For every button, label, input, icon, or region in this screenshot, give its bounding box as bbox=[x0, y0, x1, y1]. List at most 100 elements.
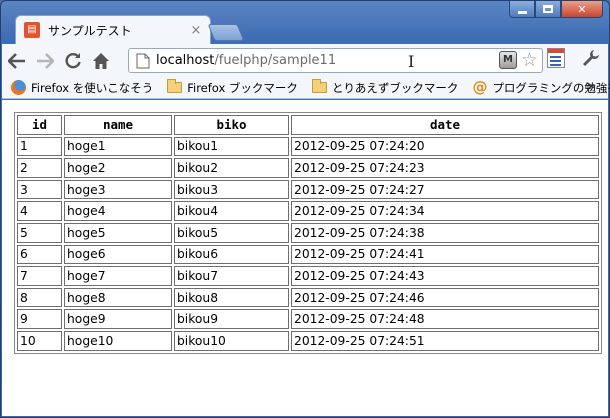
cell-date: 2012-09-25 07:24:38 bbox=[291, 222, 599, 243]
page-content: id name biko date 1 hoge1 bikou1 2012-09-25… bbox=[2, 100, 608, 416]
cell-name: hoge7 bbox=[64, 266, 172, 286]
cell-date: 2012-09-25 07:24:23 bbox=[291, 158, 599, 178]
cell-biko: bikou3 bbox=[174, 179, 289, 200]
cell-biko: bikou8 bbox=[174, 287, 289, 308]
text-cursor-icon: I bbox=[408, 52, 415, 71]
table-row: 1 hoge1 bikou1 2012-09-25 07:24:20 bbox=[17, 136, 599, 157]
cell-id: 5 bbox=[17, 222, 62, 243]
maximize-button[interactable] bbox=[535, 1, 561, 18]
cell-biko: bikou4 bbox=[174, 201, 289, 221]
cell-name: hoge3 bbox=[64, 179, 172, 200]
bookmarks-bar: Firefox を使いこなそう Firefox ブックマーク とりあえずブックマ… bbox=[2, 77, 610, 99]
cell-biko: bikou10 bbox=[174, 330, 289, 351]
bookmark-folder-toriaezu[interactable]: とりあえずブックマーク bbox=[311, 79, 458, 96]
cell-id: 3 bbox=[17, 179, 62, 200]
table-row: 9 hoge9 bikou9 2012-09-25 07:24:48 bbox=[17, 309, 599, 329]
page-menu-icon[interactable] bbox=[547, 48, 565, 68]
url-path: /fuelphp/sample11 bbox=[214, 53, 337, 68]
table-row: 4 hoge4 bikou4 2012-09-25 07:24:34 bbox=[17, 201, 599, 221]
bookmark-firefox-guide[interactable]: Firefox を使いこなそう bbox=[11, 80, 153, 96]
cell-date: 2012-09-25 07:24:20 bbox=[291, 136, 599, 157]
url-text: localhost/fuelphp/sample11 bbox=[156, 53, 336, 68]
column-header-biko: biko bbox=[174, 115, 289, 135]
close-icon: ✕ bbox=[577, 2, 587, 16]
cell-date: 2012-09-25 07:24:46 bbox=[291, 287, 599, 308]
home-button[interactable] bbox=[88, 48, 114, 74]
forward-arrow-icon bbox=[37, 52, 54, 69]
column-header-id: id bbox=[17, 115, 62, 135]
cell-date: 2012-09-25 07:24:43 bbox=[291, 266, 599, 286]
window-caption-buttons: ✕ bbox=[509, 1, 603, 18]
table-header-row: id name biko date bbox=[17, 115, 599, 135]
table-row: 5 hoge5 bikou5 2012-09-25 07:24:38 bbox=[17, 222, 599, 243]
cell-name: hoge1 bbox=[64, 136, 172, 157]
table-row: 6 hoge6 bikou6 2012-09-25 07:24:41 bbox=[17, 244, 599, 265]
cell-date: 2012-09-25 07:24:51 bbox=[291, 330, 599, 351]
cell-name: hoge6 bbox=[64, 244, 172, 265]
omnibox-actions: M ☆ bbox=[498, 51, 538, 70]
browser-window: ✕ ▤ サンプルテスト × localhost/fuelphp/sample11… bbox=[0, 0, 610, 418]
cell-name: hoge10 bbox=[64, 330, 172, 351]
cell-date: 2012-09-25 07:24:27 bbox=[291, 179, 599, 200]
bookmark-label: Firefox ブックマーク bbox=[187, 80, 298, 95]
cell-date: 2012-09-25 07:24:48 bbox=[291, 309, 599, 329]
forward-button[interactable] bbox=[32, 48, 58, 74]
tab-close-icon[interactable]: × bbox=[188, 23, 204, 38]
home-icon bbox=[93, 52, 109, 69]
bookmark-star-icon[interactable]: ☆ bbox=[521, 51, 538, 70]
cell-biko: bikou2 bbox=[174, 158, 289, 178]
minimize-button[interactable] bbox=[509, 1, 535, 18]
firefox-icon bbox=[11, 80, 26, 95]
minimize-icon bbox=[517, 10, 527, 14]
reload-button[interactable] bbox=[60, 48, 86, 74]
address-bar[interactable]: localhost/fuelphp/sample11 M ☆ bbox=[128, 48, 543, 73]
tab-title: サンプルテスト bbox=[48, 23, 132, 38]
at-icon: @ bbox=[472, 78, 488, 96]
wrench-icon[interactable] bbox=[581, 48, 601, 68]
new-tab-button[interactable] bbox=[207, 24, 245, 41]
cell-biko: bikou1 bbox=[174, 136, 289, 157]
extension-icon[interactable]: M bbox=[498, 51, 517, 69]
cell-biko: bikou7 bbox=[174, 266, 289, 286]
column-header-name: name bbox=[64, 115, 172, 135]
cell-date: 2012-09-25 07:24:34 bbox=[291, 201, 599, 221]
cell-name: hoge2 bbox=[64, 158, 172, 178]
cell-name: hoge8 bbox=[64, 287, 172, 308]
table-row: 3 hoge3 bikou3 2012-09-25 07:24:27 bbox=[17, 179, 599, 200]
cell-id: 6 bbox=[17, 244, 62, 265]
maximize-icon bbox=[543, 5, 553, 13]
cell-date: 2012-09-25 07:24:41 bbox=[291, 244, 599, 265]
url-host: localhost bbox=[156, 53, 215, 68]
reload-icon bbox=[65, 52, 81, 68]
cell-id: 10 bbox=[17, 330, 62, 351]
cell-id: 2 bbox=[17, 158, 62, 178]
bookmark-label: Firefox を使いこなそう bbox=[31, 80, 154, 95]
cell-id: 7 bbox=[17, 266, 62, 286]
table-row: 2 hoge2 bikou2 2012-09-25 07:24:23 bbox=[17, 158, 599, 178]
cell-id: 1 bbox=[17, 136, 62, 157]
table-row: 8 hoge8 bikou8 2012-09-25 07:24:46 bbox=[17, 287, 599, 308]
cell-id: 4 bbox=[17, 201, 62, 221]
close-window-button[interactable]: ✕ bbox=[561, 1, 603, 18]
bookmarks-overflow-icon[interactable]: » bbox=[588, 79, 596, 94]
table-row: 7 hoge7 bikou7 2012-09-25 07:24:43 bbox=[17, 266, 599, 286]
back-button[interactable] bbox=[4, 48, 30, 74]
tab-strip: ▤ サンプルテスト × bbox=[9, 15, 309, 44]
column-header-date: date bbox=[291, 115, 599, 135]
data-table: id name biko date 1 hoge1 bikou1 2012-09-25… bbox=[14, 112, 602, 354]
back-arrow-icon bbox=[8, 52, 25, 69]
table-row: 10 hoge10 bikou10 2012-09-25 07:24:51 bbox=[17, 330, 599, 351]
folder-icon bbox=[311, 79, 327, 95]
cell-name: hoge5 bbox=[64, 222, 172, 243]
tab-active[interactable]: ▤ サンプルテスト × bbox=[15, 15, 211, 44]
bookmark-folder-firefox[interactable]: Firefox ブックマーク bbox=[167, 79, 298, 96]
folder-icon bbox=[167, 79, 183, 95]
cell-biko: bikou5 bbox=[174, 222, 289, 243]
page-icon bbox=[136, 53, 150, 68]
cell-name: hoge9 bbox=[64, 309, 172, 329]
cell-biko: bikou6 bbox=[174, 244, 289, 265]
cell-biko: bikou9 bbox=[174, 309, 289, 329]
toolbar: localhost/fuelphp/sample11 M ☆ bbox=[2, 44, 608, 77]
right-toolbar-tools bbox=[547, 48, 601, 68]
favicon-icon: ▤ bbox=[24, 22, 40, 38]
